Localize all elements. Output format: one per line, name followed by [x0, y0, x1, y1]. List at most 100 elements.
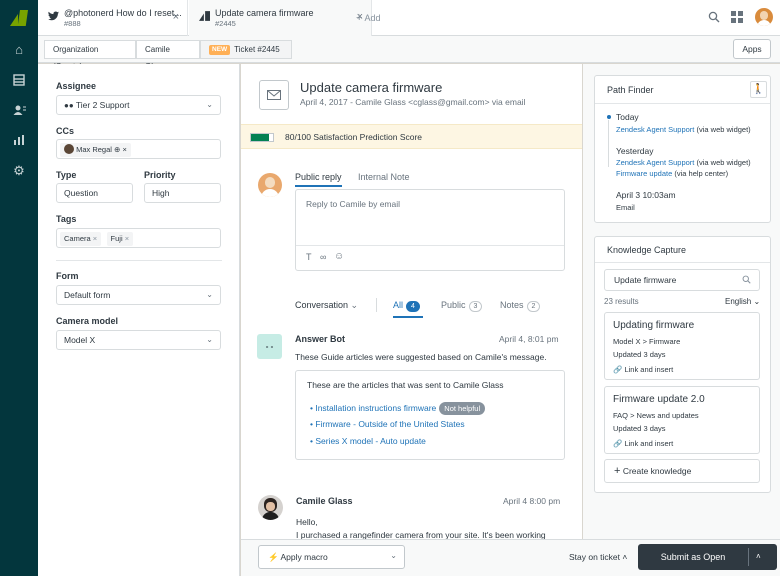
satisfaction-prediction-bar: 80/100 Satisfaction Prediction Score	[241, 124, 582, 149]
tag-label: Camera	[64, 234, 91, 243]
conversation-label: Conversation	[295, 300, 349, 310]
knowledge-article-card[interactable]: Updating firmware Model X > Firmware Upd…	[604, 312, 760, 380]
article-title[interactable]: Updating firmware	[613, 320, 694, 331]
timeline-label: Today	[616, 112, 639, 122]
visit-link[interactable]: Firmware update	[616, 169, 672, 178]
product-tray-icon[interactable]	[731, 11, 743, 23]
tab-internal-note[interactable]: Internal Note	[358, 172, 410, 182]
twitter-icon	[48, 11, 59, 24]
remove-icon[interactable]: ×	[122, 145, 126, 154]
group-icon: ●●	[64, 101, 74, 110]
link-and-insert-button[interactable]: 🔗 Link and insert	[613, 439, 673, 448]
customers-icon[interactable]	[11, 102, 27, 118]
tab-notes-count: 2	[526, 301, 541, 312]
admin-gear-icon[interactable]: ⚙	[11, 163, 27, 179]
satisfaction-meter	[250, 133, 274, 142]
tab-ticket-number: #888	[64, 19, 81, 28]
link-and-insert-button[interactable]: 🔗 Link and insert	[613, 365, 673, 374]
tag-chip[interactable]: Camera ×	[60, 232, 102, 246]
article-link[interactable]: Firmware - Outside of the United States	[315, 419, 464, 429]
tab-twitter-ticket[interactable]: @photonerd How do I reset... #888 ×	[38, 0, 188, 36]
ticket-footer: ⚡ Apply macro ⌄ Stay on ticket ˄ Submit …	[241, 539, 780, 576]
tab-public[interactable]: Public 3	[441, 300, 483, 312]
emoji-icon[interactable]: ☺	[334, 251, 344, 262]
add-tab-label: Add	[364, 13, 381, 23]
organization-crumb[interactable]: Organization (Create)	[44, 40, 136, 71]
remove-icon[interactable]: ×	[93, 234, 97, 243]
satisfaction-score: 80/100 Satisfaction Prediction Score	[285, 132, 423, 142]
timeline-dot	[607, 115, 611, 119]
create-knowledge-button[interactable]: + Create knowledge	[604, 459, 760, 483]
ticket-meta: April 4, 2017 - Camile Glass <cglass@gma…	[300, 97, 526, 107]
email-channel-icon	[259, 80, 289, 110]
search-icon[interactable]	[742, 275, 751, 286]
chevron-up-icon: ˄	[622, 552, 628, 562]
ticket-subject[interactable]: Update camera firmware	[300, 80, 442, 95]
tags-field[interactable]: Camera × Fuji ×	[56, 228, 221, 248]
knowledge-capture-card: Knowledge Capture Update firmware 23 res…	[594, 236, 771, 493]
text-format-icon[interactable]: T	[306, 252, 312, 262]
apply-macro-button[interactable]: ⚡ Apply macro ⌄	[258, 545, 405, 569]
tag-chip[interactable]: Fuji ×	[106, 232, 134, 246]
article-link[interactable]: Installation instructions firmware	[315, 403, 436, 413]
cc-name: Max Regal	[76, 145, 112, 154]
type-select[interactable]: Question	[56, 183, 133, 203]
article-title[interactable]: Firmware update 2.0	[613, 394, 705, 405]
stay-on-ticket-select[interactable]: Stay on ticket ˄	[569, 552, 627, 562]
tags-label: Tags	[56, 214, 77, 224]
attachment-icon[interactable]: ∞	[320, 252, 326, 262]
form-select[interactable]: Default form ⌄	[56, 285, 221, 305]
camera-model-value: Model X	[64, 335, 96, 345]
tab-public-label: Public	[441, 300, 466, 310]
language-select[interactable]: English ⌄	[725, 297, 760, 306]
link-icon: 🔗	[613, 365, 623, 374]
lightning-icon: ⚡	[268, 552, 279, 562]
remove-icon[interactable]: ×	[125, 234, 129, 243]
divider	[595, 262, 770, 263]
add-tab-button[interactable]: + Add	[356, 12, 380, 24]
tab-all-count: 4	[406, 301, 420, 312]
visit-link[interactable]: Zendesk Agent Support	[616, 125, 694, 134]
result-count: 23 results	[604, 297, 639, 306]
ticket-crumb-label: Ticket #2445	[234, 45, 280, 54]
close-icon[interactable]: ×	[173, 11, 179, 23]
tab-all[interactable]: All 4	[393, 300, 423, 318]
assignee-select[interactable]: ●● Tier 2 Support ⌄	[56, 95, 221, 115]
chevron-down-icon: ⌄	[753, 297, 761, 306]
priority-select[interactable]: High	[144, 183, 221, 203]
camera-model-select[interactable]: Model X ⌄	[56, 330, 221, 350]
article-link[interactable]: Series X model - Auto update	[315, 436, 426, 446]
knowledge-search-input[interactable]: Update firmware	[604, 269, 760, 291]
cc-chip[interactable]: Max Regal ⊕ ×	[60, 143, 131, 157]
visit-link[interactable]: Zendesk Agent Support	[616, 158, 694, 167]
knowledge-article-card[interactable]: Firmware update 2.0 FAQ > News and updat…	[604, 386, 760, 454]
zendesk-logo-icon[interactable]	[10, 10, 28, 26]
message-text: These Guide articles were suggested base…	[295, 352, 547, 362]
assignee-label: Assignee	[56, 81, 97, 91]
walking-person-icon[interactable]: 🚶	[750, 81, 767, 98]
submit-button[interactable]: Submit as Open ˄	[638, 544, 777, 570]
tab-active-ticket[interactable]: Update camera firmware #2445 ×	[189, 0, 372, 36]
tab-notes[interactable]: Notes 2	[500, 300, 541, 312]
ticket-crumb[interactable]: NEW Ticket #2445	[200, 40, 292, 59]
tab-public-reply[interactable]: Public reply	[295, 172, 342, 187]
home-icon[interactable]: ⌂	[11, 41, 27, 57]
list-item: • Firmware - Outside of the United State…	[310, 419, 465, 429]
link-icon: 🔗	[613, 439, 623, 448]
conversation-filter[interactable]: Conversation ⌄	[295, 300, 358, 311]
apps-button[interactable]: Apps	[733, 39, 771, 59]
views-icon[interactable]	[11, 72, 27, 88]
ccs-label: CCs	[56, 126, 75, 136]
chevron-down-icon: ⌄	[206, 100, 213, 109]
divider	[296, 245, 564, 246]
ccs-field[interactable]: Max Regal ⊕ ×	[56, 139, 221, 159]
search-value: Update firmware	[614, 275, 677, 285]
reporting-icon[interactable]	[11, 132, 27, 148]
visit-channel: Email	[616, 203, 635, 212]
agent-avatar	[258, 173, 282, 197]
chevron-up-icon[interactable]: ˄	[756, 544, 761, 570]
user-avatar[interactable]	[755, 8, 773, 26]
reply-editor[interactable]: Reply to Camile by email T ∞ ☺	[295, 189, 565, 271]
search-icon[interactable]	[708, 11, 720, 23]
requester-crumb[interactable]: Camile Glass	[136, 40, 200, 71]
